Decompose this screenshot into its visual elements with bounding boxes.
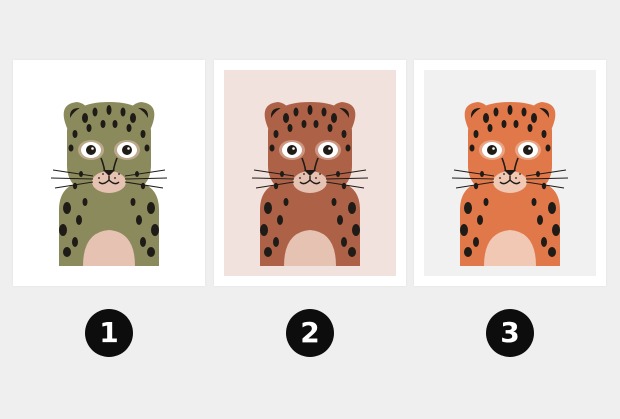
option-number-badge-3[interactable]: 3	[486, 309, 534, 357]
option-number-badge-1[interactable]: 1	[85, 309, 133, 357]
art-print-frame-3[interactable]	[414, 60, 606, 286]
leopard-figure	[251, 102, 369, 266]
print-mat	[224, 70, 396, 276]
leopard-figure	[451, 102, 569, 266]
print-mat	[23, 70, 195, 276]
art-print-frame-1[interactable]	[13, 60, 205, 286]
option-number-badge-2[interactable]: 2	[286, 309, 334, 357]
print-mat	[424, 70, 596, 276]
leopard-portrait-icon	[451, 102, 569, 266]
leopard-portrait-icon	[50, 102, 168, 266]
art-print-frame-2[interactable]	[214, 60, 406, 286]
leopard-portrait-icon	[251, 102, 369, 266]
leopard-figure	[50, 102, 168, 266]
